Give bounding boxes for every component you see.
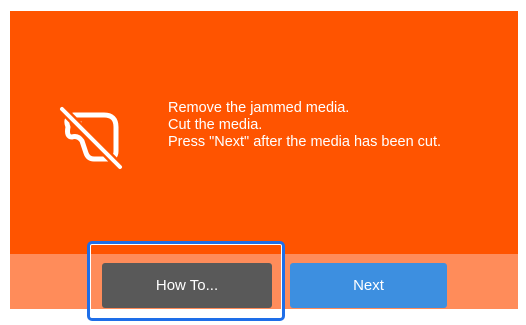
next-button[interactable]: Next [290,263,447,308]
message-line: Cut the media. [168,117,263,133]
message-text: Remove the jammed media. Cut the media. … [168,100,508,151]
message-line: Press "Next" after the media has been cu… [168,134,442,150]
media-cut-prohibited-icon [57,104,125,172]
printer-panel-screen: Remove the jammed media. Cut the media. … [10,11,518,309]
message-line: Remove the jammed media. [168,100,350,116]
button-bar: How To... Next [10,254,518,309]
how-to-button[interactable]: How To... [102,263,272,308]
